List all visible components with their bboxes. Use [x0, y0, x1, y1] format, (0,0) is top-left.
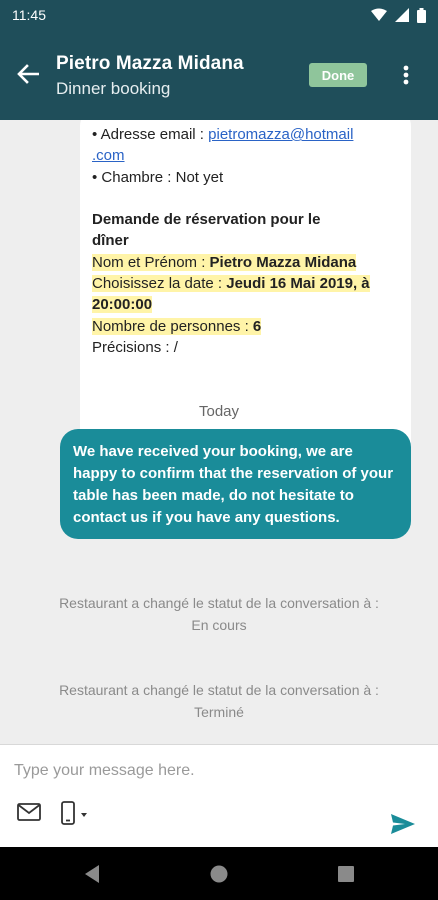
email-link[interactable]: pietromazza@hotmail	[208, 126, 353, 143]
send-icon	[391, 814, 415, 834]
section-title-continued: dîner	[92, 232, 129, 249]
conversation-title: Pietro Mazza Midana	[56, 53, 244, 74]
mail-icon	[17, 803, 41, 821]
nav-home-icon	[210, 865, 228, 883]
system-message: Restaurant a changé le statut de la conv…	[59, 682, 379, 720]
status-badge[interactable]: Done	[309, 63, 367, 87]
email-line: • Adresse email : pietromazza@hotmail	[92, 126, 354, 143]
room-line: • Chambre : Not yet	[92, 169, 224, 186]
nav-back-icon	[85, 865, 99, 883]
date-line: Choisissez la date : Jeudi 16 Mai 2019, …	[92, 275, 370, 292]
name-line: Nom et Prénom : Pietro Mazza Midana	[92, 254, 357, 271]
wifi-icon	[371, 8, 387, 21]
system-message: Restaurant a changé le statut de la conv…	[59, 595, 379, 633]
status-icons	[371, 7, 426, 23]
time-value: 20:00:00	[92, 296, 153, 313]
back-button[interactable]	[14, 60, 42, 88]
date-line-continued: 20:00:00	[92, 294, 401, 315]
nav-recents-icon	[338, 866, 354, 882]
chat-area[interactable]: • Adresse email : pietromazza@hotmail .c…	[0, 120, 438, 744]
precisions-line: Précisions : /	[92, 339, 178, 356]
status-bar: 11:45	[0, 0, 438, 30]
name-value: Pietro Mazza Midana	[209, 254, 357, 271]
app-bar: Pietro Mazza Midana Dinner booking Done	[0, 30, 438, 120]
navigation-bar	[0, 847, 438, 900]
signal-icon	[395, 8, 409, 22]
persons-value: 6	[252, 318, 262, 335]
mobile-phone-icon	[61, 801, 87, 825]
message-input[interactable]	[14, 762, 404, 780]
overflow-menu-button[interactable]	[392, 60, 420, 90]
section-title: Demande de réservation pour le	[92, 211, 321, 228]
email-link-continued[interactable]: .com	[92, 147, 125, 164]
more-vertical-icon	[403, 65, 409, 85]
nav-recents-button[interactable]	[335, 863, 357, 885]
message-composer	[0, 744, 438, 847]
send-button[interactable]	[390, 813, 418, 837]
persons-line: Nombre de personnes : 6	[92, 318, 262, 335]
email-channel-button[interactable]	[17, 803, 43, 825]
sms-channel-dropdown[interactable]	[60, 801, 90, 827]
outgoing-message-bubble[interactable]: We have received your booking, we are ha…	[60, 429, 411, 539]
date-separator: Today	[198, 403, 240, 420]
nav-back-button[interactable]	[81, 863, 103, 885]
clock: 11:45	[12, 7, 46, 23]
nav-home-button[interactable]	[208, 863, 230, 885]
conversation-subtitle: Dinner booking	[56, 79, 171, 98]
chevron-down-icon	[81, 813, 87, 817]
battery-icon	[417, 7, 426, 23]
date-value: Jeudi 16 Mai 2019, à	[226, 275, 370, 292]
email-line-continued: .com	[92, 145, 401, 166]
arrow-left-icon	[17, 64, 39, 84]
